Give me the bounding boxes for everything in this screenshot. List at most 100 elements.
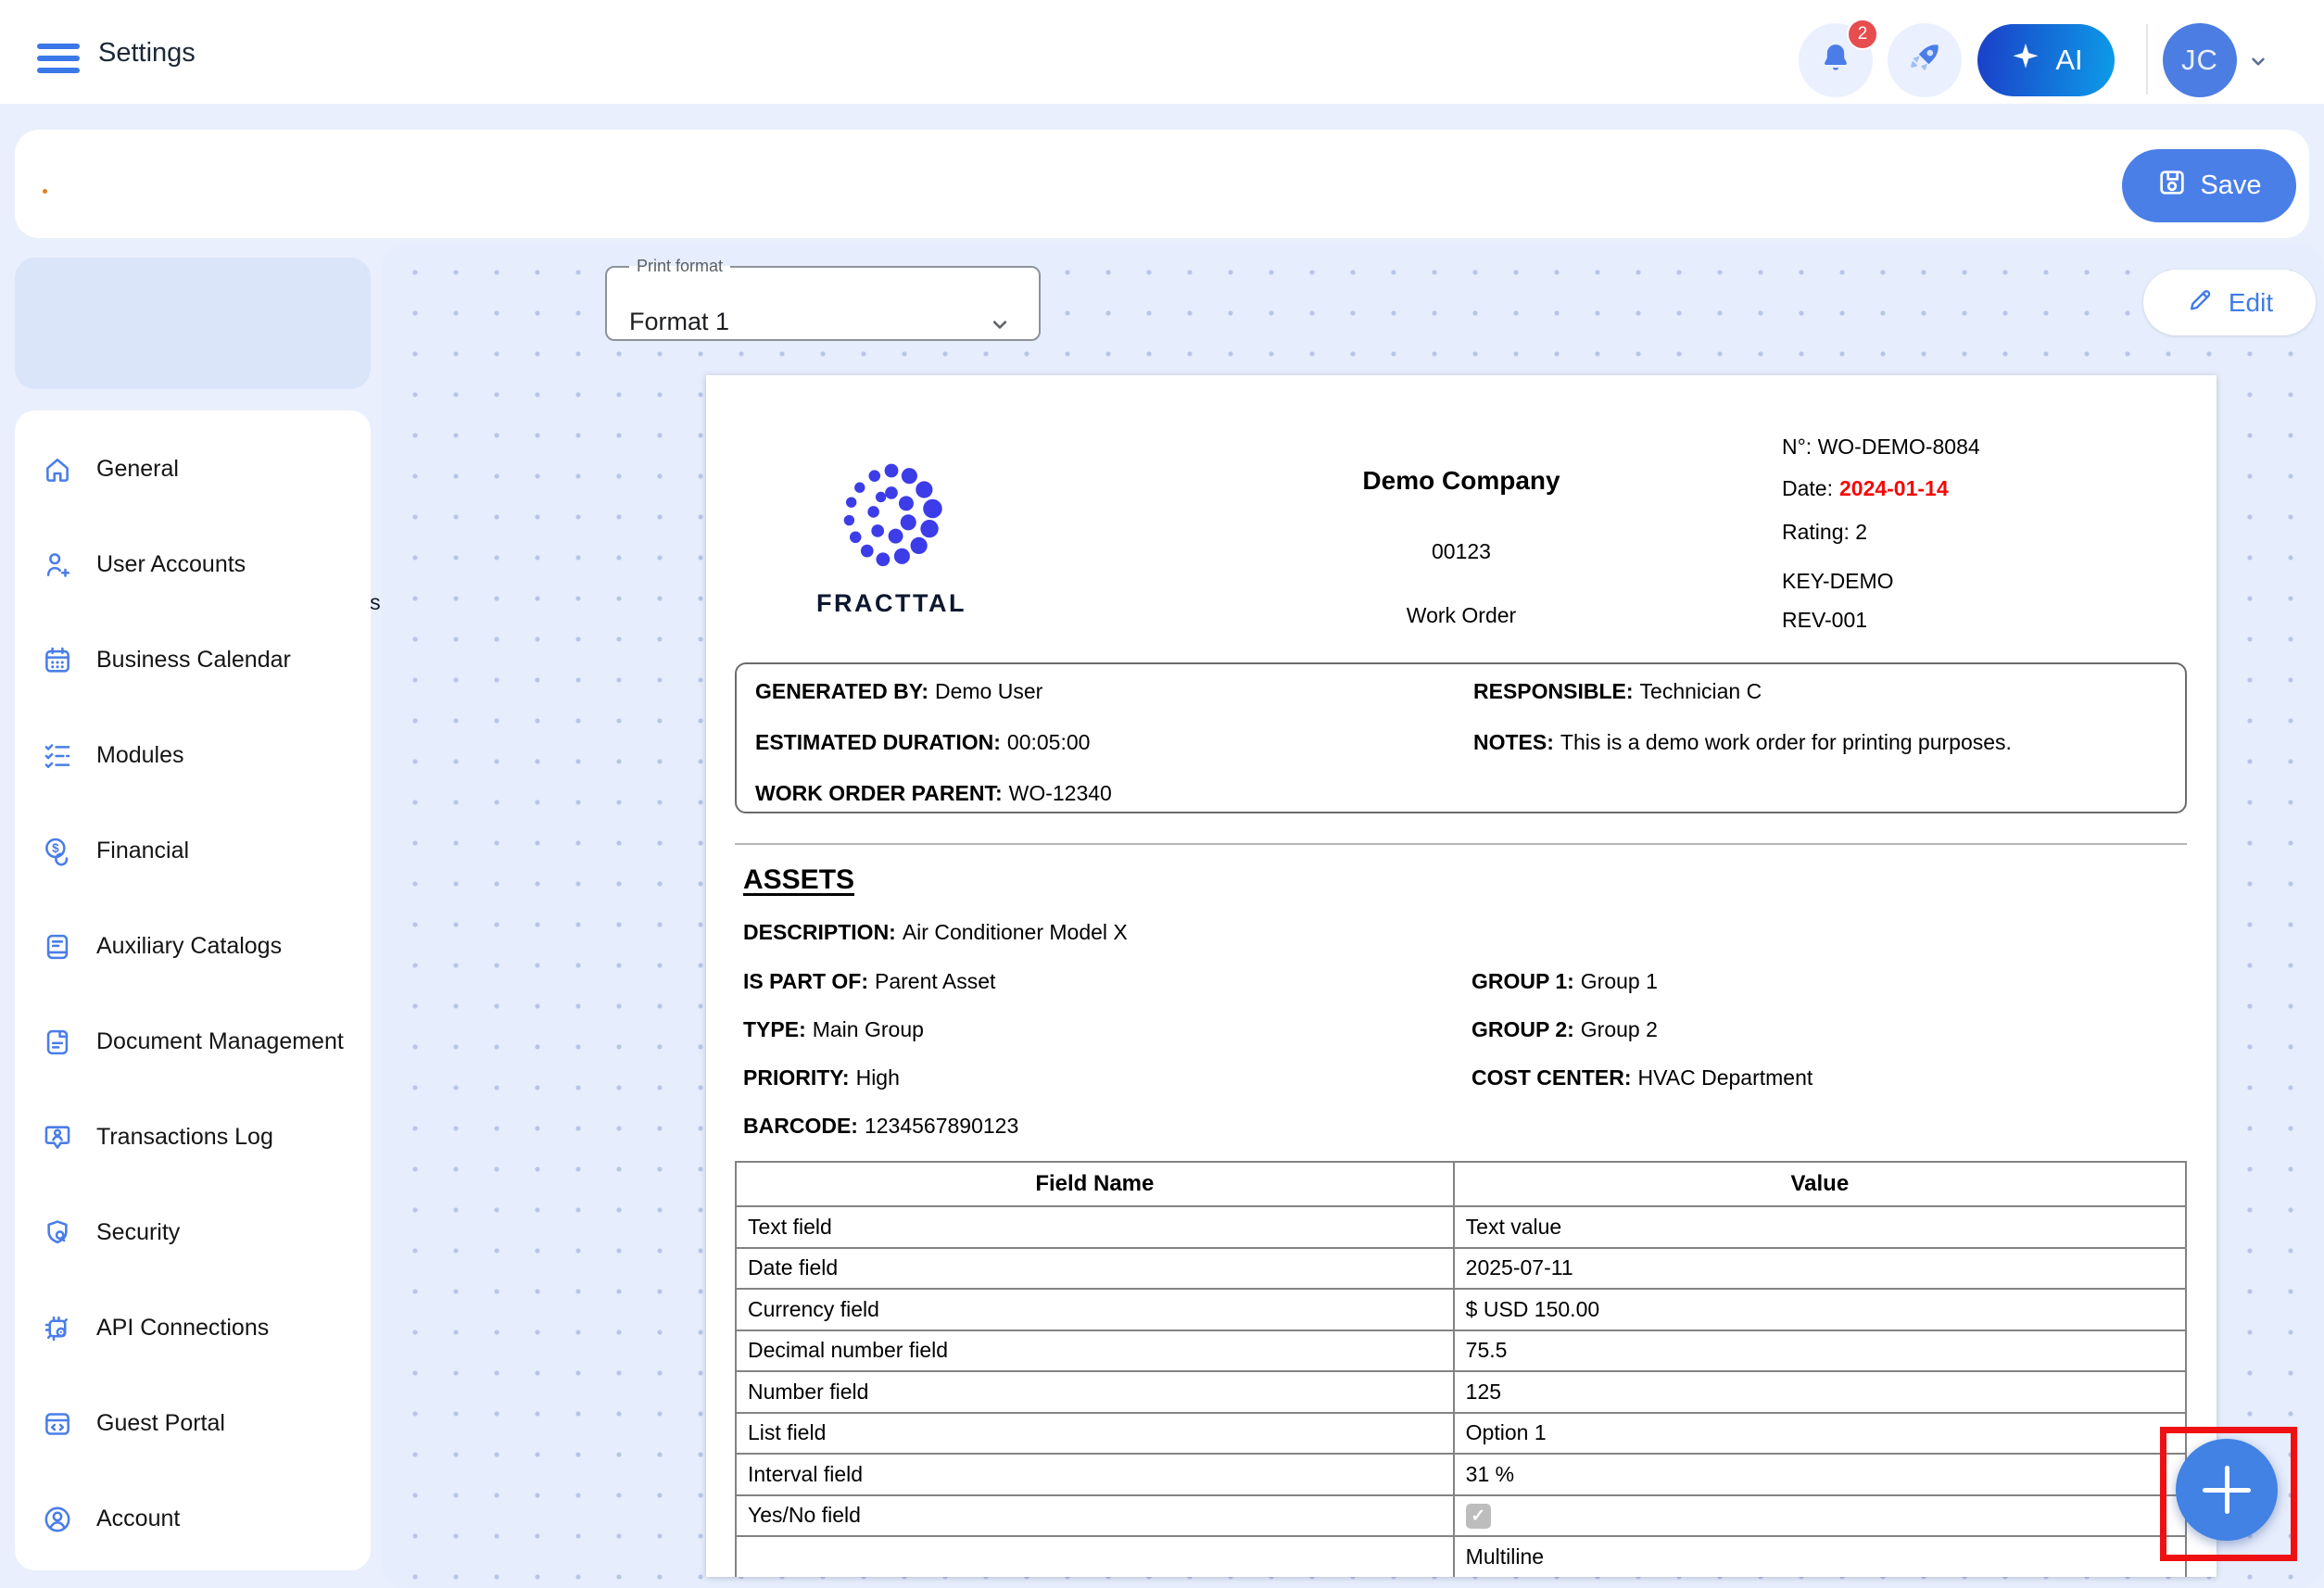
field-name-cell bbox=[736, 1536, 1454, 1577]
company-code: 00123 bbox=[1137, 539, 1786, 564]
home-icon bbox=[41, 453, 74, 486]
document-preview: FRACTTAL Demo Company 00123 Work Order N… bbox=[706, 375, 2217, 1577]
id-badge-icon bbox=[41, 1121, 74, 1154]
field-value-cell: 125 bbox=[1454, 1371, 2186, 1413]
plus-icon bbox=[2201, 1464, 2253, 1516]
chevron-down-icon bbox=[985, 311, 1015, 342]
edit-button-label: Edit bbox=[2229, 288, 2273, 318]
user-circle-icon bbox=[41, 1503, 74, 1536]
checkbox-checked-icon: ✓ bbox=[1466, 1504, 1491, 1529]
main-panel: Print format Format 1 Edit FRACTTAL Demo… bbox=[382, 245, 2324, 1588]
checklist-icon bbox=[41, 739, 74, 773]
save-button[interactable]: Save bbox=[2122, 149, 2296, 222]
document-type: Work Order bbox=[1137, 603, 1786, 628]
ai-button[interactable]: AI bbox=[1977, 24, 2115, 96]
sidebar-item-label: API Connections bbox=[96, 1315, 269, 1342]
sidebar-item-document-management[interactable]: Document Management bbox=[15, 994, 371, 1090]
ai-button-label: AI bbox=[2055, 44, 2082, 77]
table-row: Multiline bbox=[736, 1536, 2186, 1577]
field-name-cell: Yes/No field bbox=[736, 1495, 1454, 1537]
rocket-icon bbox=[1904, 38, 1945, 83]
document-field: RESPONSIBLE:Technician C bbox=[1473, 679, 1762, 704]
field-name-cell: Text field bbox=[736, 1206, 1454, 1248]
custom-fields-table: Field Name Value Text fieldText valueDat… bbox=[735, 1161, 2187, 1577]
table-row: Date field2025-07-11 bbox=[736, 1248, 2186, 1290]
workorder-key: KEY-DEMO bbox=[1782, 569, 1894, 594]
document-field: PRIORITY:High bbox=[743, 1065, 900, 1090]
sidebar-item-modules[interactable]: Modules bbox=[15, 708, 371, 803]
document-field: TYPE:Main Group bbox=[743, 1017, 924, 1042]
workorder-rating: Rating: 2 bbox=[1782, 520, 1867, 545]
document-field: ESTIMATED DURATION:00:05:00 bbox=[755, 730, 1090, 755]
sidebar-menu: General User Accounts Business CalendarMod… bbox=[15, 410, 371, 1570]
browser-code-icon bbox=[41, 1407, 74, 1441]
add-button[interactable] bbox=[2176, 1439, 2278, 1541]
sidebar-item-label: User Accounts bbox=[96, 551, 246, 578]
brand-wordmark: FRACTTAL bbox=[743, 589, 1040, 618]
document-field: COST CENTER:HVAC Department bbox=[1471, 1065, 1812, 1090]
document-field: GROUP 2:Group 2 bbox=[1471, 1017, 1658, 1042]
sparkle-icon bbox=[2009, 40, 2042, 81]
edit-button[interactable]: Edit bbox=[2143, 270, 2316, 335]
sidebar-item-label: Guest Portal bbox=[96, 1410, 225, 1437]
sidebar-item-label: Document Management bbox=[96, 1028, 344, 1055]
field-name-cell: Interval field bbox=[736, 1454, 1454, 1495]
avatar[interactable]: JC bbox=[2163, 23, 2237, 97]
sidebar-item-user-accounts[interactable]: User Accounts bbox=[15, 517, 371, 612]
field-value-cell: Text value bbox=[1454, 1206, 2186, 1248]
field-name-cell: Currency field bbox=[736, 1289, 1454, 1330]
field-name-cell: Decimal number field bbox=[736, 1330, 1454, 1372]
notifications-button[interactable]: 2 bbox=[1799, 23, 1873, 97]
menu-icon[interactable] bbox=[37, 44, 80, 79]
table-row: List fieldOption 1 bbox=[736, 1413, 2186, 1455]
table-body: Text fieldText valueDate field2025-07-11… bbox=[736, 1206, 2186, 1577]
sidebar-item-label: Financial bbox=[96, 838, 189, 864]
field-value-cell: Multiline bbox=[1454, 1536, 2186, 1577]
shield-icon bbox=[41, 1216, 74, 1250]
field-value-cell: 31 % bbox=[1454, 1454, 2186, 1495]
book-icon bbox=[41, 930, 74, 964]
rocket-button[interactable] bbox=[1888, 23, 1962, 97]
sidebar-item-business-calendar[interactable]: Business Calendar bbox=[15, 612, 371, 708]
document-field: WORK ORDER PARENT:WO-12340 bbox=[755, 781, 1112, 806]
info-banner: Information You have pending changes to … bbox=[15, 258, 371, 389]
user-add-icon bbox=[41, 548, 74, 582]
save-button-label: Save bbox=[2200, 170, 2261, 201]
field-value-cell: ✓ bbox=[1454, 1495, 2186, 1537]
print-format-select[interactable]: Print format Format 1 bbox=[605, 257, 1041, 341]
table-row: Number field125 bbox=[736, 1371, 2186, 1413]
sidebar-item-guest-portal[interactable]: Guest Portal bbox=[15, 1376, 371, 1471]
sidebar-item-account[interactable]: Account bbox=[15, 1471, 371, 1567]
bell-icon bbox=[1817, 40, 1854, 82]
field-value-cell: 2025-07-11 bbox=[1454, 1248, 2186, 1290]
workorder-rev: REV-001 bbox=[1782, 608, 1867, 633]
top-bar: Settings 2 AI JC bbox=[0, 0, 2324, 104]
sidebar-item-security[interactable]: Security bbox=[15, 1185, 371, 1280]
chevron-down-icon[interactable] bbox=[2244, 49, 2272, 78]
print-format-label: Print format bbox=[629, 257, 730, 276]
notification-badge: 2 bbox=[1847, 19, 1878, 50]
svg-text:$: $ bbox=[52, 841, 59, 855]
sidebar-item-label: Auxiliary Catalogs bbox=[96, 933, 282, 960]
document-field: NOTES:This is a demo work order for prin… bbox=[1473, 730, 2012, 755]
document-field: GENERATED BY:Demo User bbox=[755, 679, 1042, 704]
sidebar-item-general[interactable]: General bbox=[15, 422, 371, 517]
print-format-value: Format 1 bbox=[629, 308, 729, 336]
chip-gear-icon bbox=[41, 1312, 74, 1345]
sidebar-item-label: General bbox=[96, 456, 179, 483]
field-value-cell: 75.5 bbox=[1454, 1330, 2186, 1372]
save-toolbar bbox=[15, 130, 2309, 238]
table-row: Decimal number field75.5 bbox=[736, 1330, 2186, 1372]
pencil-icon bbox=[2186, 285, 2214, 320]
document-field: IS PART OF:Parent Asset bbox=[743, 969, 995, 994]
sidebar-item-api-connections[interactable]: API Connections bbox=[15, 1280, 371, 1376]
document-clock-icon bbox=[41, 1026, 74, 1059]
sidebar-item-financial[interactable]: $ Financial bbox=[15, 803, 371, 899]
fracttal-logo-icon bbox=[839, 463, 944, 569]
field-value-cell: Option 1 bbox=[1454, 1413, 2186, 1455]
assets-heading: ASSETS bbox=[743, 864, 854, 896]
sidebar-item-transactions-log[interactable]: Transactions Log bbox=[15, 1090, 371, 1185]
header-divider bbox=[2146, 24, 2148, 95]
sidebar-item-auxiliary-catalogs[interactable]: Auxiliary Catalogs bbox=[15, 899, 371, 994]
field-name-cell: Date field bbox=[736, 1248, 1454, 1290]
